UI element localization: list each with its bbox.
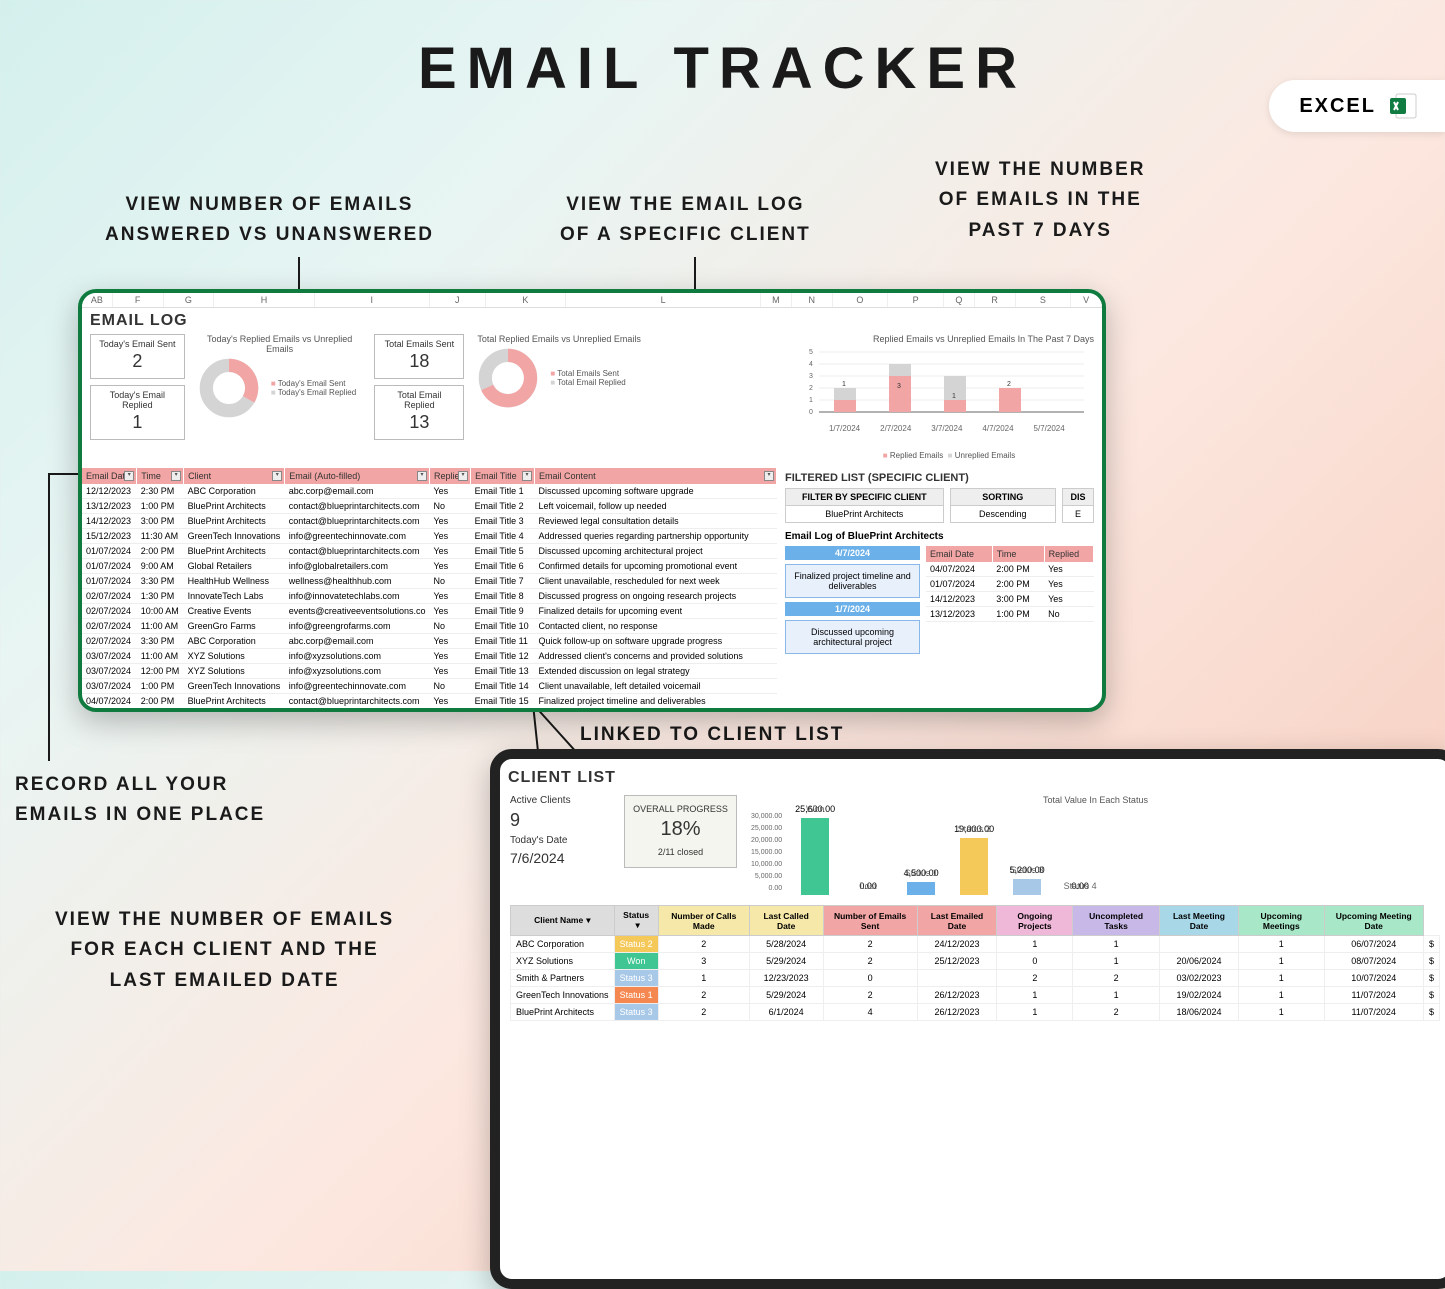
svg-text:1: 1 [809,397,813,404]
annotation-past-7-days: VIEW THE NUMBER OF EMAILS IN THE PAST 7 … [935,155,1146,246]
client-list-table[interactable]: Client Name▾Status▾Number of Calls MadeL… [510,905,1440,1021]
email-log-title: EMAIL LOG [82,308,1102,334]
table-row[interactable]: 04/07/20243:00 PMGlobal Retailersinfo@gl… [82,709,777,713]
status-bar-chart: 25,600.00Won0.00Lost4,500.00Status 119,0… [786,805,1109,895]
column-headers: ABFGHIJKLMNOPQRSV [82,293,1102,308]
overall-progress-box: OVERALL PROGRESS 18% 2/11 closed [624,795,737,868]
sort-dropdown[interactable]: SORTINGDescending [950,488,1056,523]
table-row[interactable]: 14/12/20233:00 PMBluePrint Architectscon… [82,514,777,529]
annotation-linked-client-list: LINKED TO CLIENT LIST [580,720,844,750]
table-row[interactable]: 03/07/202411:00 AMXYZ Solutionsinfo@xyzs… [82,649,777,664]
note-entry: Discussed upcoming architectural project [785,620,920,654]
table-row[interactable]: GreenTech InnovationsStatus 125/29/20242… [511,987,1440,1004]
table-row[interactable]: BluePrint ArchitectsStatus 326/1/2024426… [511,1004,1440,1021]
svg-text:1: 1 [842,381,846,388]
filtered-email-table[interactable]: Email DateTimeReplied04/07/20242:00 PMYe… [926,546,1094,622]
svg-text:2: 2 [1007,381,1011,388]
filtered-list-title: FILTERED LIST (SPECIFIC CLIENT) [785,472,1094,484]
todays-replied-box: Today's Email Replied1 [90,385,185,440]
svg-text:1: 1 [952,393,956,400]
table-row[interactable]: 02/07/20241:30 PMInnovateTech Labsinfo@i… [82,589,777,604]
table-row[interactable]: 02/07/202411:00 AMGreenGro Farmsinfo@gre… [82,619,777,634]
total-replied-box: Total Email Replied13 [374,385,464,440]
svg-text:2: 2 [809,385,813,392]
bar-chart-7days: 5 4 3 2 1 0 1 3 1 2 [804,344,1094,419]
table-row[interactable]: 03/07/20241:00 PMGreenTech Innovationsin… [82,679,777,694]
excel-badge: EXCEL [1269,80,1445,132]
svg-text:0: 0 [809,409,813,416]
table-row[interactable]: 01/07/20242:00 PMBluePrint Architectscon… [82,544,777,559]
table-row[interactable]: 12/12/20232:30 PMABC Corporationabc.corp… [82,484,777,499]
status-chart-title: Total Value In Each Status [751,795,1440,805]
bar-chart-title: Replied Emails vs Unreplied Emails In Th… [804,334,1094,344]
excel-label: EXCEL [1299,95,1376,118]
client-list-panel: CLIENT LIST Active Clients 9 Today's Dat… [490,749,1445,1289]
annotation-answered-vs-unanswered: VIEW NUMBER OF EMAILS ANSWERED VS UNANSW… [105,190,434,251]
table-row[interactable]: ABC CorporationStatus 225/28/2024224/12/… [511,936,1440,953]
svg-text:4: 4 [809,361,813,368]
svg-text:3: 3 [809,373,813,380]
table-row[interactable]: 13/12/20231:00 PMBluePrint Architectscon… [82,499,777,514]
table-row[interactable]: 01/07/20243:30 PMHealthHub Wellnesswelln… [82,574,777,589]
table-row[interactable]: 02/07/202410:00 AMCreative Eventsevents@… [82,604,777,619]
annotation-email-log-client: VIEW THE EMAIL LOG OF A SPECIFIC CLIENT [560,190,811,251]
email-log-table[interactable]: Email Date▾Time▾Client▾Email (Auto-fille… [82,468,777,712]
donut-chart-today [195,354,263,422]
connector-line [48,473,82,475]
table-row[interactable]: 04/07/20242:00 PMBluePrint Architectscon… [82,694,777,709]
donut-chart-total [474,344,542,412]
total-sent-box: Total Emails Sent18 [374,334,464,379]
table-row[interactable]: Smith & PartnersStatus 3112/23/202302203… [511,970,1440,987]
display-dropdown[interactable]: DISE [1062,488,1094,523]
table-row[interactable]: 14/12/20233:00 PMYes [926,592,1094,607]
todays-sent-box: Today's Email Sent2 [90,334,185,379]
donut1-title: Today's Replied Emails vs Unreplied Emai… [195,334,365,354]
excel-icon [1388,90,1420,122]
page-title: EMAIL TRACKER [0,35,1445,102]
note-entry: Finalized project timeline and deliverab… [785,564,920,598]
annotation-record-emails: RECORD ALL YOUR EMAILS IN ONE PLACE [15,770,265,831]
annotation-emails-per-client: VIEW THE NUMBER OF EMAILS FOR EACH CLIEN… [55,905,394,996]
table-row[interactable]: XYZ SolutionsWon35/29/2024225/12/2023012… [511,953,1440,970]
table-row[interactable]: 15/12/202311:30 AMGreenTech Innovationsi… [82,529,777,544]
connector-line [48,473,50,761]
email-log-panel: ABFGHIJKLMNOPQRSV EMAIL LOG Today's Emai… [78,289,1106,712]
table-row[interactable]: 02/07/20243:30 PMABC Corporationabc.corp… [82,634,777,649]
table-row[interactable]: 13/12/20231:00 PMNo [926,607,1094,622]
filter-client-dropdown[interactable]: FILTER BY SPECIFIC CLIENTBluePrint Archi… [785,488,944,523]
table-row[interactable]: 01/07/20249:00 AMGlobal Retailersinfo@gl… [82,559,777,574]
table-row[interactable]: 04/07/20242:00 PMYes [926,562,1094,577]
svg-text:3: 3 [897,383,901,390]
client-list-title: CLIENT LIST [500,765,1445,791]
donut2-title: Total Replied Emails vs Unreplied Emails [474,334,644,344]
table-row[interactable]: 01/07/20242:00 PMYes [926,577,1094,592]
client-log-title: Email Log of BluePrint Architects [785,531,1094,542]
table-row[interactable]: 03/07/202412:00 PMXYZ Solutionsinfo@xyzs… [82,664,777,679]
svg-text:5: 5 [809,349,813,356]
